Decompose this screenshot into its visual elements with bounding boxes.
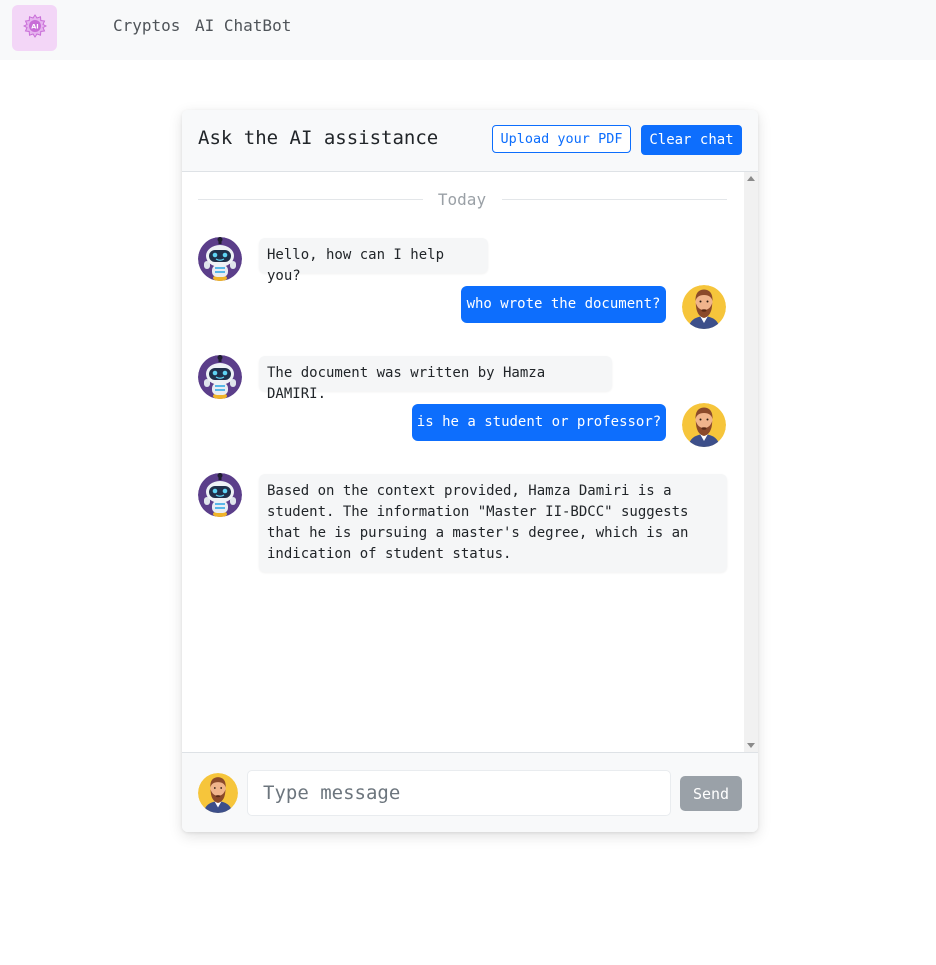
bot-message: The document was written by Hamza DAMIRI… — [259, 356, 612, 402]
chat-scrollbar[interactable] — [744, 172, 758, 752]
clear-chat-button[interactable]: Clear chat — [641, 125, 742, 155]
logo-text: AI — [31, 23, 38, 31]
bearded-man-avatar-icon — [682, 285, 726, 329]
current-user-avatar — [198, 773, 238, 813]
bot-avatar — [198, 355, 242, 399]
nav-link-ai-chatbot[interactable]: AI ChatBot — [195, 16, 291, 35]
navbar: AI Cryptos AI ChatBot — [0, 0, 936, 60]
robot-avatar-icon — [198, 237, 242, 281]
send-button[interactable]: Send — [680, 776, 742, 811]
upload-pdf-button[interactable]: Upload your PDF — [492, 125, 631, 153]
robot-avatar-icon — [198, 473, 242, 517]
bot-message: Based on the context provided, Hamza Dam… — [259, 474, 727, 572]
user-avatar — [682, 403, 726, 447]
chat-card: Ask the AI assistance Upload your PDF Cl… — [182, 110, 758, 832]
chat-footer: Send — [182, 752, 758, 832]
divider-line-left — [198, 199, 423, 200]
robot-avatar-icon — [198, 355, 242, 399]
user-message: who wrote the document? — [461, 286, 666, 323]
logo[interactable]: AI — [12, 5, 57, 51]
user-avatar — [682, 285, 726, 329]
scroll-up-arrow-icon[interactable] — [747, 176, 755, 181]
message-input[interactable] — [247, 770, 671, 816]
bearded-man-avatar-icon — [198, 773, 238, 813]
ai-chip-icon: AI — [22, 14, 47, 42]
user-message: is he a student or professor? — [412, 404, 666, 441]
bot-avatar — [198, 237, 242, 281]
date-divider: Today — [437, 190, 487, 209]
bot-message: Hello, how can I help you? — [259, 238, 488, 284]
chat-title: Ask the AI assistance — [198, 127, 439, 149]
divider-line-right — [502, 199, 727, 200]
nav-link-cryptos[interactable]: Cryptos — [113, 16, 180, 35]
chat-header: Ask the AI assistance Upload your PDF Cl… — [182, 110, 758, 172]
scroll-down-arrow-icon[interactable] — [747, 743, 755, 748]
bearded-man-avatar-icon — [682, 403, 726, 447]
bot-avatar — [198, 473, 242, 517]
chat-messages[interactable]: Today Hello, how can I help you? who wro… — [182, 172, 758, 752]
